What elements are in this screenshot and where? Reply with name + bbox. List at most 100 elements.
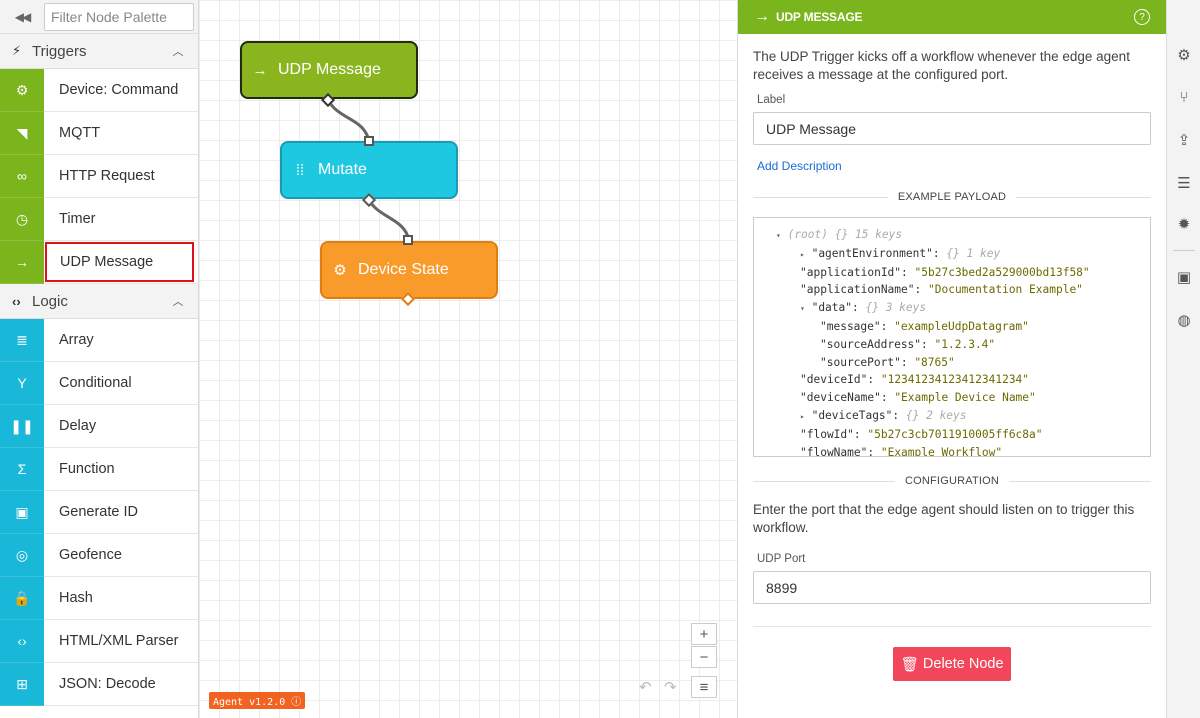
payload-value: "exampleUdpDatagram" [894,319,1029,333]
code-icon: ‹› [12,293,21,309]
category-label: Logic [32,292,68,310]
palette-item[interactable]: ‹› HTML/XML Parser [0,620,198,663]
help-icon[interactable]: ? [1134,9,1150,25]
payload-line: "applicationId": "5b27c3bed2a529000bd13f… [754,264,1150,282]
bug-icon[interactable]: ✹ [1167,215,1200,233]
section-title: CONFIGURATION [904,475,1000,487]
palette-item-label: Generate ID [59,504,138,520]
palette-item[interactable]: ∞ HTTP Request [0,155,198,198]
payload-line[interactable]: ▾ "data": {} 3 keys [754,299,1150,318]
workflow-canvas[interactable]: → UDP Message ⁞⁞ Mutate ⚙ Device State +… [199,0,737,718]
example-payload-viewer[interactable]: ▾ (root) {} 15 keys ▸ "agentEnvironment":… [753,217,1151,457]
flow-node-udp-message[interactable]: → UDP Message [240,41,418,99]
palette-item-label: Timer [59,211,96,227]
palette-item-label: Conditional [59,375,132,391]
payload-line[interactable]: ▸ "deviceTags": {} 2 keys [754,407,1150,426]
right-toolbar: ⚙ ⑂ ⇪ ☰ ✹ ▣ ◍ [1166,0,1200,718]
chevron-up-icon[interactable]: ︿ [158,293,198,309]
redo-icon[interactable]: ↷ [664,678,677,696]
expanded-triangle-icon[interactable]: ▾ [776,231,781,240]
category-triggers[interactable]: ⚡ Triggers ︿ [0,34,198,69]
undo-icon[interactable]: ↶ [639,678,652,696]
input-port[interactable] [403,235,413,245]
palette-item-label: JSON: Decode [59,676,156,692]
palette-item[interactable]: ≣ Array [0,319,198,362]
palette-item-label: MQTT [59,125,101,141]
collapse-palette-icon[interactable]: ◀◀ [0,0,44,34]
palette-item[interactable]: Σ Function [0,448,198,491]
sigma-icon: Σ [0,448,44,491]
collapsed-triangle-icon[interactable]: ▸ [800,412,805,421]
palette-item[interactable]: 🔒 Hash [0,577,198,620]
example-payload-divider: EXAMPLE PAYLOAD [753,191,1152,203]
divider [1173,250,1195,251]
palette-item[interactable]: ❚❚ Delay [0,405,198,448]
id-card-icon: ▣ [0,491,44,534]
payload-meta: {} 3 keys [865,301,927,315]
payload-key: "applicationName": [800,283,922,297]
globe-icon[interactable]: ◍ [1167,311,1200,329]
palette-item[interactable]: ⚙ Device: Command [0,69,198,112]
chip-icon: ⚙ [0,69,44,112]
branch-icon[interactable]: ⑂ [1167,89,1200,106]
payload-line: "deviceName": "Example Device Name" [754,389,1150,407]
flow-node-label: Device State [358,261,449,278]
stopwatch-icon: ◷ [0,198,44,241]
input-port[interactable] [364,136,374,146]
payload-key: "data": [811,301,859,315]
palette-item[interactable]: ◎ Geofence [0,534,198,577]
payload-value: "5b27c3cb7011910005ff6c8a" [867,427,1043,441]
add-description-link[interactable]: Add Description [757,159,1151,173]
collapsed-triangle-icon[interactable]: ▸ [800,250,805,259]
target-icon: ◎ [0,534,44,577]
pause-icon: ❚❚ [0,405,44,448]
udp-port-input[interactable] [753,571,1151,604]
agent-version-badge[interactable]: Agent v1.2.0 ⓘ [209,692,306,709]
palette-item[interactable]: ⊞ JSON: Decode [0,663,198,706]
flow-node-mutate[interactable]: ⁞⁞ Mutate [280,141,458,199]
palette-item-label: Delay [59,418,97,434]
code-icon: ‹› [0,620,44,663]
flow-node-device-state[interactable]: ⚙ Device State [320,241,498,299]
payload-line: "deviceId": "12341234123412341234" [754,371,1150,389]
expanded-triangle-icon[interactable]: ▾ [800,304,805,313]
zoom-in-button[interactable]: + [691,623,717,645]
label-input[interactable] [753,112,1151,145]
payload-key: "message": [820,319,888,333]
flow-node-label: UDP Message [278,61,381,78]
fork-icon: Y [0,362,44,405]
payload-line[interactable]: ▸ "agentEnvironment": {} 1 key [754,245,1150,264]
payload-line: "sourcePort": "8765" [754,354,1150,372]
payload-key: "deviceName": [800,391,888,405]
zoom-out-button[interactable]: − [691,646,717,668]
payload-key: "sourcePort": [820,355,908,369]
payload-line[interactable]: ▾ (root) {} 15 keys [754,226,1150,245]
database-icon[interactable]: ☰ [1167,174,1200,192]
trash-icon: 🗑 [900,656,919,673]
wire-layer [326,99,411,241]
palette-item-label: HTTP Request [59,168,155,184]
category-logic[interactable]: ‹› Logic ︿ [0,284,198,319]
section-title: EXAMPLE PAYLOAD [897,191,1007,203]
payload-key: "deviceId": [800,373,875,387]
palette-item[interactable]: Y Conditional [0,362,198,405]
upload-icon[interactable]: ⇪ [1167,131,1200,149]
palette-item[interactable]: ◥ MQTT [0,112,198,155]
palette-item[interactable]: → UDP Message [0,241,198,284]
payload-key: "sourceAddress": [820,337,928,351]
palette-filter-input[interactable] [44,2,194,31]
device-icon[interactable]: ▣ [1167,268,1200,286]
payload-key: "flowName": [800,445,875,457]
chevron-up-icon[interactable]: ︿ [158,43,198,59]
payload-key: "agentEnvironment": [811,246,940,260]
menu-button[interactable]: ≡ [691,676,717,698]
delete-node-button[interactable]: 🗑 Delete Node [893,647,1011,681]
payload-meta: {} 1 key [946,246,1001,260]
gear-icon[interactable]: ⚙ [1167,46,1200,64]
lock-icon: 🔒 [0,577,44,620]
payload-value: "8765" [914,355,955,369]
payload-value: "12341234123412341234" [880,373,1030,387]
wire-udp-to-mutate [326,99,371,142]
palette-item[interactable]: ▣ Generate ID [0,491,198,534]
palette-item[interactable]: ◷ Timer [0,198,198,241]
